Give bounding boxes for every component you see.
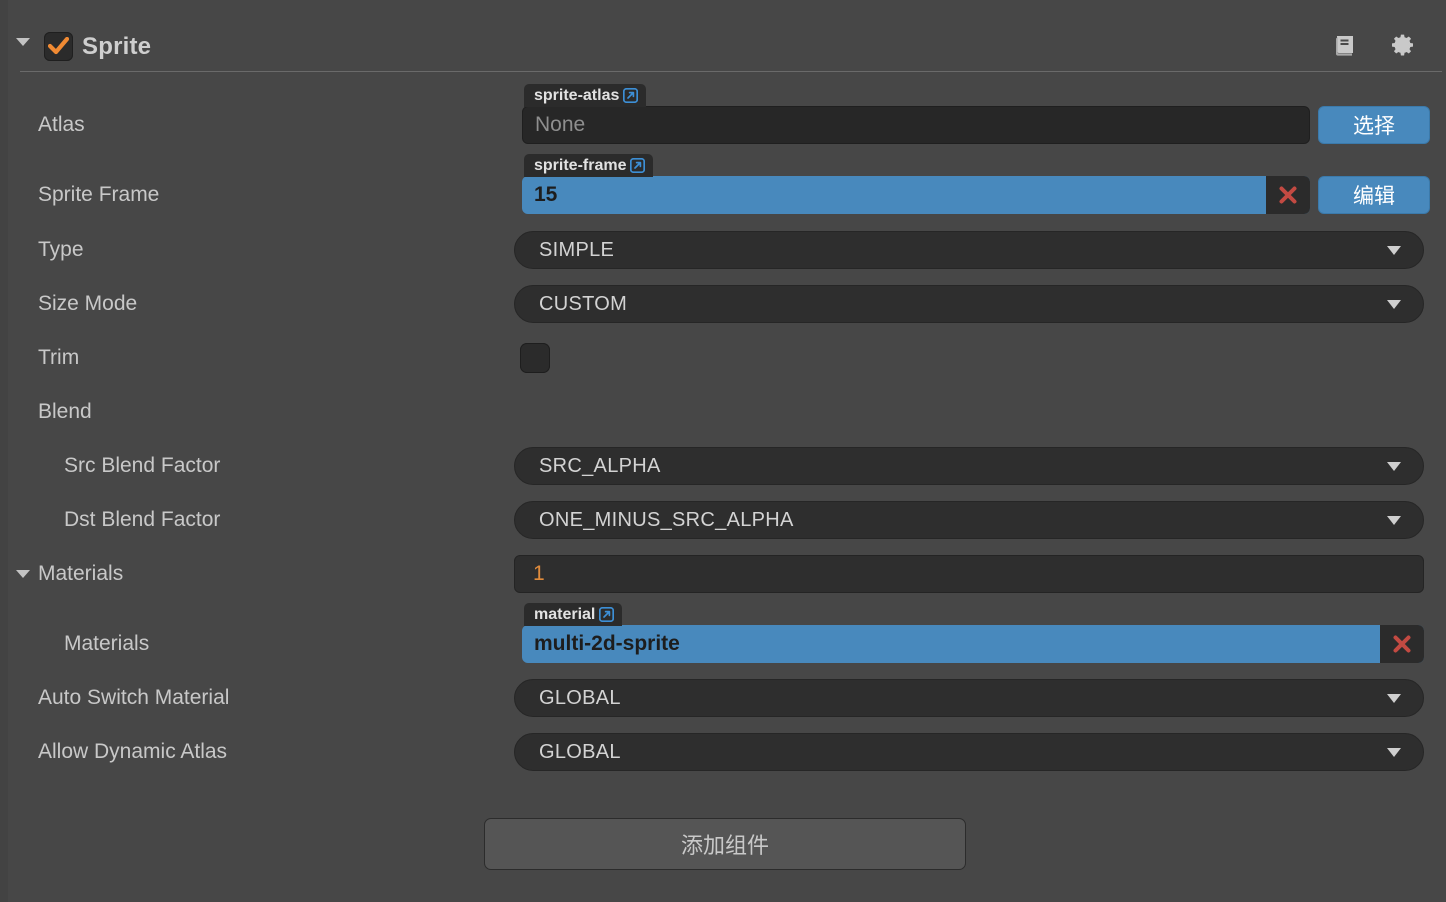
material-asset-field[interactable]: multi-2d-sprite material — [522, 603, 1424, 663]
book-icon[interactable] — [1332, 32, 1358, 58]
label-blend: Blend — [38, 400, 92, 423]
label-size-mode: Size Mode — [38, 292, 138, 315]
auto-switch-material-value: GLOBAL — [539, 686, 621, 709]
atlas-asset-field[interactable]: None sprite-atlas — [522, 84, 1310, 144]
dst-blend-factor-value: ONE_MINUS_SRC_ALPHA — [539, 508, 794, 531]
sprite-frame-asset-field[interactable]: 15 sprite-frame — [522, 154, 1310, 214]
material-value: multi-2d-sprite — [534, 632, 680, 655]
material-field-body[interactable]: multi-2d-sprite — [522, 625, 1424, 663]
atlas-select-button[interactable]: 选择 — [1318, 106, 1430, 144]
sprite-frame-edit-button[interactable]: 编辑 — [1318, 176, 1430, 214]
add-component-button[interactable]: 添加组件 — [484, 818, 966, 870]
type-dropdown[interactable]: SIMPLE — [514, 231, 1424, 269]
row-dst-blend-factor: Dst Blend Factor ONE_MINUS_SRC_ALPHA — [8, 493, 1446, 547]
label-type: Type — [38, 238, 84, 261]
material-clear-button[interactable] — [1380, 625, 1424, 663]
sprite-frame-type-badge: sprite-frame — [524, 154, 654, 177]
label-materials-group: Materials — [38, 562, 124, 585]
chevron-down-icon — [1387, 694, 1401, 703]
src-blend-factor-dropdown[interactable]: SRC_ALPHA — [514, 447, 1424, 485]
material-type-badge: material — [524, 603, 623, 626]
inspector-panel: Sprite Atlas None sprite-atlas 选择 Sprite… — [0, 0, 1446, 902]
allow-dynamic-atlas-dropdown[interactable]: GLOBAL — [514, 733, 1424, 771]
sprite-frame-field-body[interactable]: 15 — [522, 176, 1310, 214]
close-x-icon — [1393, 635, 1411, 653]
materials-fold-toggle-icon[interactable] — [16, 570, 30, 578]
material-badge-label: material — [534, 605, 596, 623]
atlas-value: None — [535, 113, 586, 136]
chevron-down-icon — [1387, 516, 1401, 525]
chevron-down-icon — [1387, 462, 1401, 471]
row-atlas: Atlas None sprite-atlas 选择 — [8, 84, 1446, 152]
row-materials-group: Materials 1 — [8, 547, 1446, 601]
label-auto-switch-material: Auto Switch Material — [38, 686, 230, 709]
component-header: Sprite — [8, 0, 1446, 72]
atlas-type-badge: sprite-atlas — [524, 84, 647, 107]
row-type: Type SIMPLE — [8, 223, 1446, 277]
label-materials-item: Materials — [64, 632, 150, 655]
type-value: SIMPLE — [539, 238, 615, 261]
gear-icon-glyph — [1392, 34, 1413, 56]
chevron-down-icon — [1387, 748, 1401, 757]
label-dst-blend-factor: Dst Blend Factor — [64, 508, 221, 531]
close-x-icon — [1279, 186, 1297, 204]
book-icon-glyph — [1336, 36, 1353, 56]
label-allow-dynamic-atlas: Allow Dynamic Atlas — [38, 740, 228, 763]
row-materials-item: Materials multi-2d-sprite material — [8, 603, 1446, 671]
row-size-mode: Size Mode CUSTOM — [8, 277, 1446, 331]
size-mode-value: CUSTOM — [539, 292, 628, 315]
atlas-badge-label: sprite-atlas — [534, 86, 620, 104]
row-sprite-frame: Sprite Frame 15 sprite-frame 编辑 — [8, 154, 1446, 222]
label-trim: Trim — [38, 346, 80, 369]
external-link-icon[interactable] — [623, 88, 639, 103]
component-fold-toggle-icon[interactable] — [16, 38, 30, 46]
size-mode-dropdown[interactable]: CUSTOM — [514, 285, 1424, 323]
atlas-field-body[interactable]: None — [522, 106, 1310, 144]
materials-count-input[interactable]: 1 — [514, 555, 1424, 593]
label-sprite-frame: Sprite Frame — [38, 183, 160, 206]
label-atlas: Atlas — [38, 113, 85, 136]
header-icon-group — [1332, 32, 1416, 58]
trim-checkbox[interactable] — [520, 343, 550, 373]
gear-icon[interactable] — [1390, 32, 1416, 58]
allow-dynamic-atlas-value: GLOBAL — [539, 740, 621, 763]
sprite-frame-badge-label: sprite-frame — [534, 156, 627, 174]
header-divider — [20, 71, 1442, 72]
chevron-down-icon — [1387, 300, 1401, 309]
row-blend: Blend — [8, 385, 1446, 439]
row-allow-dynamic-atlas: Allow Dynamic Atlas GLOBAL — [8, 725, 1446, 779]
materials-count-value: 1 — [533, 562, 545, 585]
dst-blend-factor-dropdown[interactable]: ONE_MINUS_SRC_ALPHA — [514, 501, 1424, 539]
row-auto-switch-material: Auto Switch Material GLOBAL — [8, 671, 1446, 725]
component-title: Sprite — [82, 33, 152, 60]
chevron-down-icon — [1387, 246, 1401, 255]
sprite-frame-value: 15 — [534, 183, 558, 206]
src-blend-factor-value: SRC_ALPHA — [539, 454, 661, 477]
auto-switch-material-dropdown[interactable]: GLOBAL — [514, 679, 1424, 717]
row-src-blend-factor: Src Blend Factor SRC_ALPHA — [8, 439, 1446, 493]
external-link-icon[interactable] — [630, 158, 646, 173]
label-src-blend-factor: Src Blend Factor — [64, 454, 221, 477]
checkmark-icon — [48, 37, 69, 55]
row-trim: Trim — [8, 331, 1446, 385]
external-link-icon[interactable] — [599, 607, 615, 622]
component-enabled-checkbox[interactable] — [44, 32, 73, 61]
sprite-frame-clear-button[interactable] — [1266, 176, 1310, 214]
